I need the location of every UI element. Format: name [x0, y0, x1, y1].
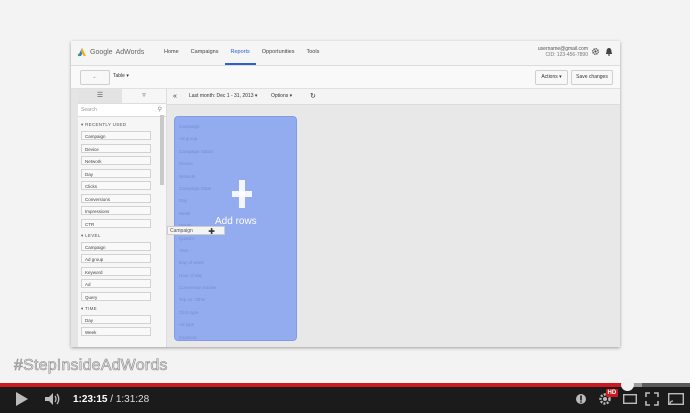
view-select-label: Table [113, 73, 125, 79]
date-range-select[interactable]: Last month: Dec 1 - 31, 2013 ▾ [189, 89, 257, 104]
progress-bar[interactable] [0, 383, 690, 387]
save-changes-button[interactable]: Save changes [571, 70, 613, 85]
filter-icon: ▿ [142, 92, 146, 99]
account-info[interactable]: username@gmail.com CID: 123-456-7890 [538, 46, 588, 58]
logo-google: Google [90, 48, 113, 56]
played-bar [0, 383, 628, 387]
adwords-window: Google AdWords Home Campaigns Reports Op… [71, 41, 620, 347]
back-button[interactable]: ← [80, 70, 110, 85]
date-range-label: Last month: Dec 1 - 31, 2013 [189, 93, 254, 99]
nav-campaigns[interactable]: Campaigns [185, 41, 225, 63]
dragging-field-chip[interactable]: Campaign ✚ [167, 226, 225, 236]
options-label: Options [271, 93, 289, 99]
field-item[interactable]: Query [81, 291, 151, 301]
fullscreen-icon[interactable] [645, 392, 659, 406]
nav-home[interactable]: Home [158, 41, 185, 63]
volume-icon[interactable] [45, 393, 61, 405]
sidebar-scrollbar[interactable] [160, 115, 164, 185]
nav-tools[interactable]: Tools [300, 41, 325, 63]
list-item: Ad group [179, 136, 198, 142]
cast-icon[interactable] [668, 393, 684, 405]
report-controls: « Last month: Dec 1 - 31, 2013 ▾ Options… [167, 89, 620, 105]
move-cursor-icon: ✚ [208, 227, 215, 236]
list-item: Campaign [179, 124, 200, 129]
options-select[interactable]: Options ▾ [271, 89, 292, 104]
logo-product: AdWords [115, 48, 145, 56]
video-controls: 1:23:15 / 1:31:28 HD [0, 385, 690, 413]
annotations-icon[interactable] [575, 393, 587, 405]
chevron-down-icon: ▾ [254, 93, 258, 99]
double-chevron-left-icon[interactable]: « [173, 89, 177, 104]
hd-badge: HD [606, 389, 618, 397]
video-frame: Google AdWords Home Campaigns Reports Op… [0, 0, 690, 413]
field-item[interactable]: Ad group [81, 254, 151, 263]
nav-reports[interactable]: Reports [224, 41, 256, 65]
section-recently-used[interactable]: ▾ RECENTLY USED [81, 122, 166, 128]
menu-icon: ☰ [96, 92, 104, 99]
hashtag-overlay: #StepInsideAdWords [14, 357, 168, 375]
list-item: Hour of day [179, 272, 203, 278]
view-select[interactable]: Table ▾ [113, 70, 143, 83]
small-player-icon[interactable] [623, 394, 637, 404]
list-item: Keyword [179, 334, 197, 340]
list-item: Device [179, 161, 193, 167]
time-display: 1:23:15 / 1:31:28 [73, 394, 149, 405]
search-placeholder: Search [81, 107, 97, 113]
adwords-logo[interactable]: Google AdWords [77, 47, 144, 57]
gear-icon[interactable] [591, 47, 600, 58]
actions-label: Actions [541, 74, 558, 80]
list-item: Top vs. Other [179, 297, 206, 303]
top-bar: Google AdWords Home Campaigns Reports Op… [71, 41, 620, 66]
chevron-down-icon: ▾ [289, 93, 293, 99]
play-icon[interactable] [16, 392, 28, 406]
field-item[interactable]: Clicks [81, 181, 151, 190]
section-title: RECENTLY USED [85, 122, 127, 127]
current-time: 1:23:15 [73, 394, 108, 405]
report-canvas: « Last month: Dec 1 - 31, 2013 ▾ Options… [167, 89, 620, 347]
time-separator: / [110, 394, 114, 405]
section-title: TIME [85, 305, 97, 311]
field-item[interactable]: Impressions [81, 206, 151, 215]
chevron-down-icon: ▾ [126, 73, 129, 79]
list-item: Click type [179, 309, 199, 315]
section-level[interactable]: ▾ LEVEL [81, 233, 166, 239]
list-item: Campaign Status [179, 148, 214, 154]
sidebar-tabs: ☰ ▿ [78, 89, 166, 104]
field-item[interactable]: Keyword [81, 266, 151, 276]
report-toolbar: ← Table ▾ Actions ▾ Save changes [71, 66, 620, 89]
plus-icon [232, 180, 252, 208]
field-item[interactable]: Network [81, 156, 151, 165]
list-item: Day of week [179, 260, 204, 266]
refresh-icon[interactable]: ↻ [310, 89, 316, 104]
adwords-logo-icon [77, 48, 86, 57]
tab-columns[interactable]: ☰ [78, 89, 122, 103]
section-time[interactable]: ▾ TIME [81, 306, 166, 312]
bell-icon[interactable] [605, 47, 613, 58]
field-picker-sidebar: ☰ ▿ Search ⚲ ▾ RECENTLY USED Campaign De… [78, 89, 167, 347]
search-input[interactable]: Search ⚲ [78, 104, 166, 117]
list-item: Conversion tracker [179, 285, 217, 291]
field-item[interactable]: Campaign [81, 131, 151, 140]
dragging-field-label: Campaign [170, 228, 193, 234]
field-item[interactable]: Week [81, 327, 151, 336]
arrow-left-icon: ← [92, 74, 98, 80]
field-item[interactable]: Ad [81, 279, 151, 288]
actions-button[interactable]: Actions ▾ [535, 70, 568, 85]
account-cid: CID: 123-456-7890 [545, 52, 588, 58]
field-item[interactable]: Device [81, 143, 151, 153]
field-item[interactable]: Day [81, 168, 151, 178]
field-item[interactable]: Day [81, 314, 151, 324]
field-item[interactable]: CTR [81, 218, 151, 228]
main-nav: Home Campaigns Reports Opportunities Too… [158, 41, 325, 65]
field-item[interactable]: Conversions [81, 193, 151, 203]
duration: 1:31:28 [115, 394, 150, 405]
list-item: Ad type [179, 322, 195, 328]
field-item[interactable]: Campaign [81, 241, 151, 251]
section-title: LEVEL [85, 232, 101, 238]
chevron-down-icon: ▾ [559, 74, 562, 80]
tab-filter[interactable]: ▿ [122, 89, 166, 103]
nav-opportunities[interactable]: Opportunities [256, 41, 301, 63]
list-item: Year [179, 247, 189, 253]
